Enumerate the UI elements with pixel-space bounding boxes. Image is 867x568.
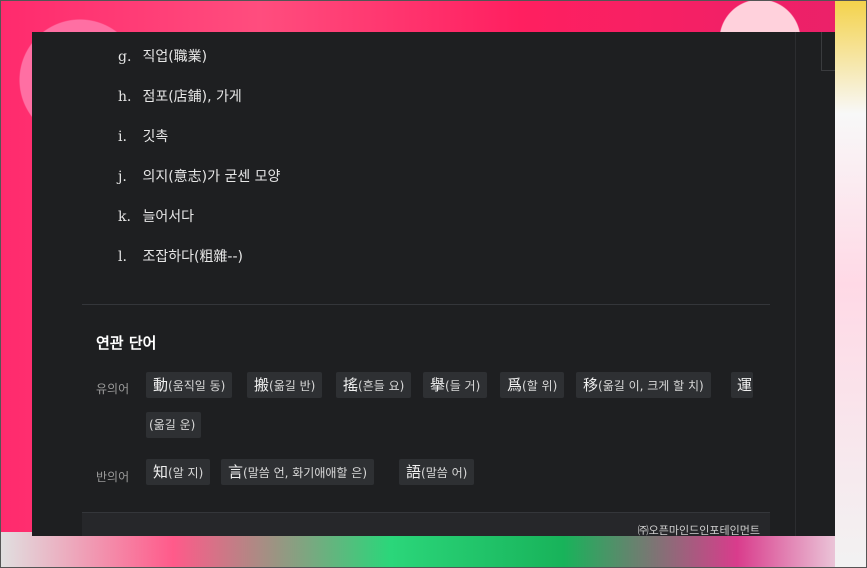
antonym-chip[interactable]: 語(말씀 어)	[399, 459, 475, 485]
chip-reading: (알 지)	[168, 466, 204, 480]
chip-reading: (옮길 반)	[269, 379, 316, 393]
related-words-title: 연관 단어	[96, 334, 157, 352]
wallpaper-bottom	[0, 532, 867, 568]
synonym-chip[interactable]: 動(움직일 동)	[146, 372, 233, 398]
synonym-chip[interactable]: 搬(옮길 반)	[247, 372, 323, 398]
meaning-text: 의지(意志)가 굳센 모양	[142, 169, 281, 185]
dictionary-panel: g. 직업(職業) h. 점포(店鋪), 가게 i. 깃촉 j. 의지(意志)가…	[32, 32, 835, 536]
synonym-chip[interactable]: 移(옮길 이, 크게 할 치)	[576, 372, 711, 398]
antonym-chip[interactable]: 言(말씀 언, 화기애애할 은)	[221, 459, 374, 485]
chip-reading: (말씀 어)	[421, 466, 468, 480]
chip-hanja: 語	[406, 463, 422, 481]
chip-hanja: 擧	[430, 376, 446, 394]
meaning-text: 조잡하다(粗雜--)	[142, 249, 244, 265]
antonyms-label: 반의어	[96, 470, 130, 484]
meaning-text: 점포(店鋪), 가게	[142, 89, 242, 105]
synonym-chip-wrapped[interactable]: (옮길 운)	[146, 412, 202, 438]
meaning-letter: g.	[118, 49, 132, 65]
meaning-item: j. 의지(意志)가 굳센 모양	[118, 166, 280, 188]
meaning-text: 깃촉	[142, 129, 169, 145]
synonym-chip[interactable]: 爲(할 위)	[500, 372, 565, 398]
chip-hanja: 移	[583, 376, 599, 394]
synonyms-label: 유의어	[96, 382, 130, 396]
chip-hanja: 知	[153, 463, 169, 481]
scrollbar[interactable]	[795, 32, 796, 536]
chip-reading: (말씀 언, 화기애애할 은)	[243, 466, 367, 480]
chip-hanja: 搖	[343, 376, 359, 394]
meaning-letter: k.	[118, 209, 131, 225]
meaning-item: i. 깃촉	[118, 126, 168, 148]
meaning-item: k. 늘어서다	[118, 206, 194, 228]
section-divider	[82, 304, 770, 305]
meaning-letter: l.	[118, 249, 127, 265]
chip-reading: (움직일 동)	[168, 379, 226, 393]
footer-bar: ㈜오픈마인드인포테인먼트	[82, 512, 770, 536]
wallpaper-right	[835, 0, 867, 568]
copyright-text: ㈜오픈마인드인포테인먼트	[637, 524, 760, 536]
chip-hanja: 爲	[507, 376, 523, 394]
scroll-handle[interactable]	[821, 32, 835, 71]
meaning-item: g. 직업(職業)	[118, 46, 207, 68]
meaning-text: 늘어서다	[142, 209, 194, 225]
antonym-chip[interactable]: 知(알 지)	[146, 459, 211, 485]
meaning-letter: j.	[118, 169, 127, 185]
synonym-chip[interactable]: 搖(흔들 요)	[336, 372, 412, 398]
chip-reading: (할 위)	[522, 379, 558, 393]
chip-reading: (옮길 이, 크게 할 치)	[598, 379, 704, 393]
meaning-item: l. 조잡하다(粗雜--)	[118, 246, 243, 268]
chip-hanja: 搬	[254, 376, 270, 394]
synonym-chip[interactable]: 擧(들 거)	[423, 372, 488, 398]
meaning-letter: i.	[118, 129, 127, 145]
meaning-letter: h.	[118, 89, 132, 105]
chip-reading: (들 거)	[445, 379, 481, 393]
chip-reading: (흔들 요)	[358, 379, 405, 393]
synonym-chip-hanja-part[interactable]: 運	[731, 372, 753, 398]
meaning-item: h. 점포(店鋪), 가게	[118, 86, 242, 108]
chip-hanja: 言	[228, 463, 244, 481]
chip-reading: (옮길 운)	[149, 418, 196, 432]
meaning-text: 직업(職業)	[142, 49, 208, 65]
chip-hanja: 運	[737, 376, 753, 394]
chip-hanja: 動	[153, 376, 169, 394]
